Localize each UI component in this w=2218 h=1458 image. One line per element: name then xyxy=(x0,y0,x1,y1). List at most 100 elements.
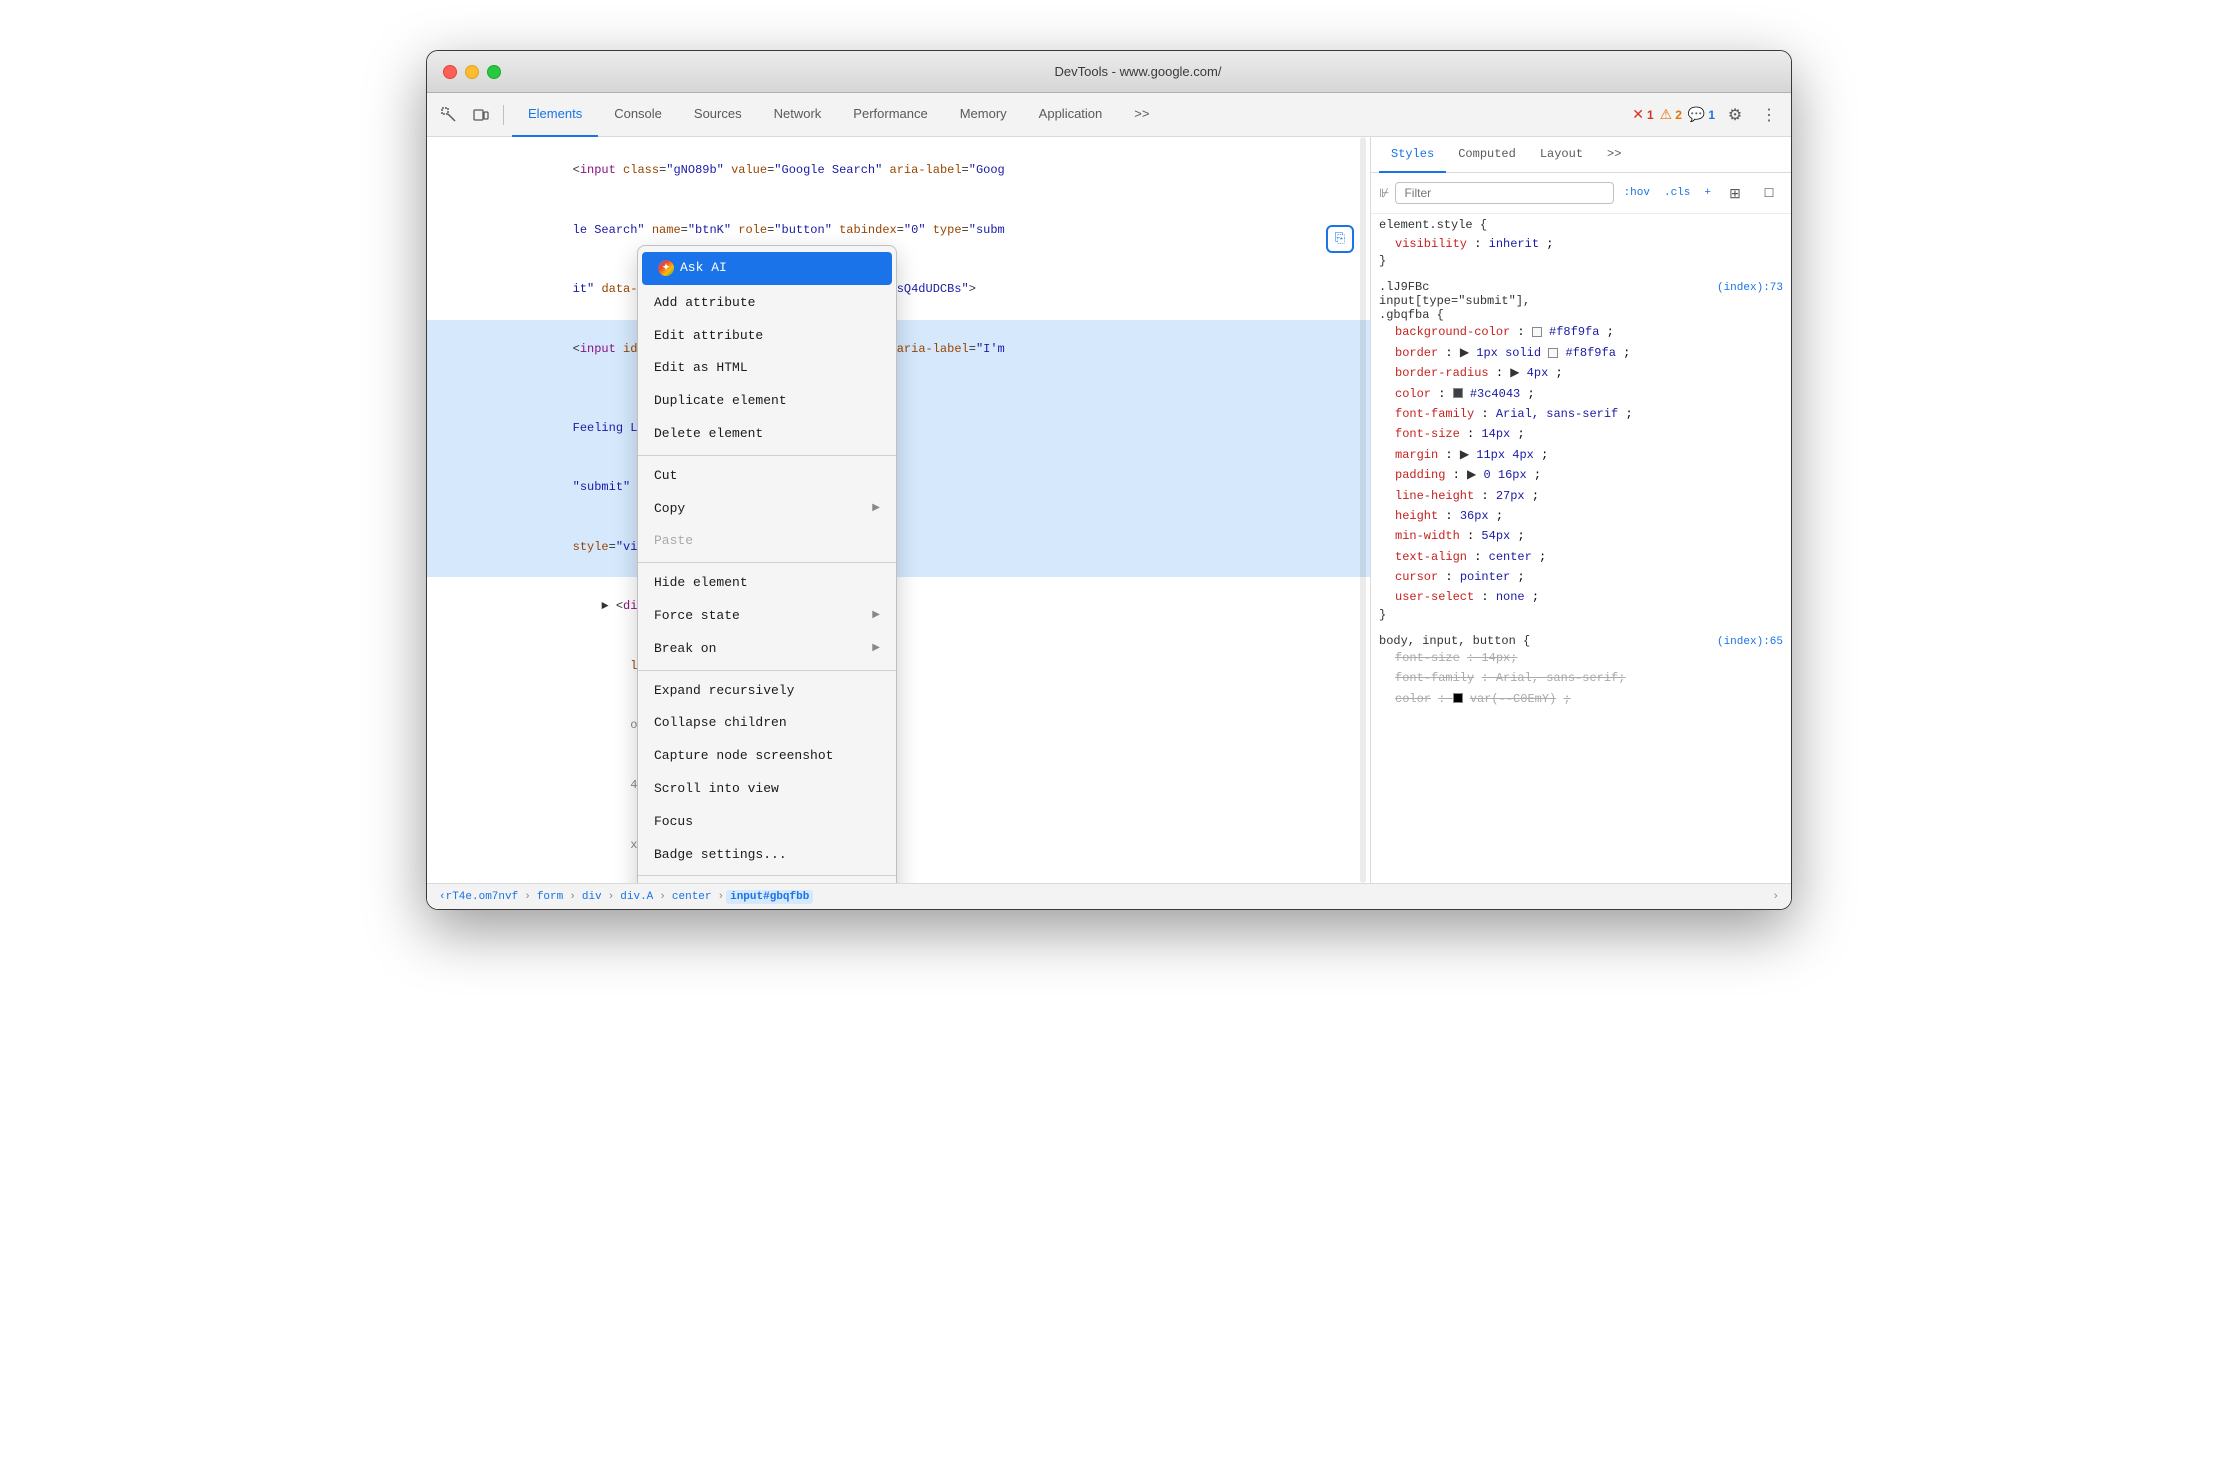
tab-console[interactable]: Console xyxy=(598,93,678,137)
context-menu-item-badge-settings[interactable]: Badge settings... xyxy=(638,839,896,872)
breadcrumb-item[interactable]: ‹rT4e.om7nvf xyxy=(435,891,522,903)
style-property[interactable]: background-color : #f8f9fa ; xyxy=(1379,322,1783,342)
styles-filter-input[interactable] xyxy=(1395,182,1613,204)
html-line-selected[interactable]: <input id="gbqfbb" value="I'm Feeling Lu… xyxy=(427,320,1370,399)
breadcrumb-item[interactable]: form xyxy=(533,891,567,903)
style-property[interactable]: color : var(--C0EmY) ; xyxy=(1379,689,1783,709)
html-line[interactable]: x; width: 111p xyxy=(427,815,1370,875)
new-style-rule-icon[interactable]: ⊞ xyxy=(1721,179,1749,207)
context-menu-item-edit-attribute[interactable]: Edit attribute xyxy=(638,320,896,353)
html-line[interactable]: it" data-ved="0ahUKEwixsOb4gaeJAxVIWUEAH… xyxy=(427,260,1370,320)
device-toolbar-icon[interactable] xyxy=(467,101,495,129)
context-menu-item-focus[interactable]: Focus xyxy=(638,806,896,839)
context-menu-item-break-on[interactable]: Break on ▶ xyxy=(638,633,896,666)
style-selector[interactable]: element.style { xyxy=(1379,218,1783,232)
tab-application[interactable]: Application xyxy=(1023,93,1119,137)
color-swatch xyxy=(1453,388,1463,398)
style-property[interactable]: border-radius : ▶ 4px ; xyxy=(1379,363,1783,383)
close-button[interactable] xyxy=(443,65,457,79)
breadcrumb-next-arrow[interactable]: › xyxy=(1768,891,1783,903)
context-menu-item-cut[interactable]: Cut xyxy=(638,460,896,493)
context-menu-item-edit-as-html[interactable]: Edit as HTML xyxy=(638,352,896,385)
html-line-selected[interactable]: style="visibil xyxy=(427,518,1370,578)
breadcrumb-item-center[interactable]: center xyxy=(668,891,716,903)
style-property[interactable]: cursor : pointer ; xyxy=(1379,567,1783,587)
tab-memory[interactable]: Memory xyxy=(944,93,1023,137)
style-source[interactable]: (index):73 xyxy=(1717,282,1783,294)
breadcrumb-item[interactable]: div xyxy=(578,891,606,903)
style-property[interactable]: font-family : Arial, sans-serif ; xyxy=(1379,404,1783,424)
html-line[interactable]: <input class="gNO89b" value="Google Sear… xyxy=(427,141,1370,201)
message-count: 1 xyxy=(1708,108,1715,122)
element-state-icon[interactable]: ☐ xyxy=(1755,179,1783,207)
elements-panel[interactable]: <input class="gNO89b" value="Google Sear… xyxy=(427,137,1371,883)
context-menu-item-add-attribute[interactable]: Add attribute xyxy=(638,287,896,320)
style-property[interactable]: text-align : center ; xyxy=(1379,547,1783,567)
context-menu-item-force-state[interactable]: Force state ▶ xyxy=(638,600,896,633)
html-line-selected[interactable]: Feeling Lucky" xyxy=(427,398,1370,458)
html-line[interactable]: overflow: hidd xyxy=(427,696,1370,756)
styles-tab-overflow[interactable]: >> xyxy=(1595,137,1633,173)
context-menu-item-expand[interactable]: Expand recursively xyxy=(638,675,896,708)
tab-overflow[interactable]: >> xyxy=(1118,93,1165,137)
styles-tab-computed[interactable]: Computed xyxy=(1446,137,1528,173)
style-selector[interactable]: .lJ9FBc xyxy=(1379,280,1429,294)
context-menu-item-collapse[interactable]: Collapse children xyxy=(638,707,896,740)
html-line-selected[interactable]: "submit" data- xyxy=(427,458,1370,518)
html-line[interactable]: le Search" name="btnK" role="button" tab… xyxy=(427,201,1370,261)
html-line[interactable]: ► <div class="gb xyxy=(427,577,1370,637)
style-source[interactable]: (index):65 xyxy=(1717,636,1783,648)
context-menu-item-ask-ai[interactable]: ✦ Ask AI xyxy=(642,252,892,285)
maximize-button[interactable] xyxy=(487,65,501,79)
style-property[interactable]: padding : ▶ 0 16px ; xyxy=(1379,465,1783,485)
style-property[interactable]: user-select : none ; xyxy=(1379,587,1783,607)
inspect-icon[interactable] xyxy=(435,101,463,129)
styles-tab-layout[interactable]: Layout xyxy=(1528,137,1595,173)
style-property[interactable]: font-size : 14px ; xyxy=(1379,424,1783,444)
style-property[interactable]: color : #3c4043 ; xyxy=(1379,384,1783,404)
styles-content[interactable]: element.style { visibility : inherit ; } xyxy=(1371,214,1791,883)
tab-elements[interactable]: Elements xyxy=(512,93,598,137)
context-menu-item-scroll[interactable]: Scroll into view xyxy=(638,773,896,806)
filter-cls-button[interactable]: .cls xyxy=(1660,185,1694,201)
context-menu-item-hide[interactable]: Hide element xyxy=(638,567,896,600)
html-line[interactable]: label style="d xyxy=(427,637,1370,697)
styles-tab-styles[interactable]: Styles xyxy=(1379,137,1446,173)
style-property[interactable]: line-height : 27px ; xyxy=(1379,486,1783,506)
breadcrumb-current[interactable]: input#gbqfbb xyxy=(726,890,813,904)
tab-network[interactable]: Network xyxy=(758,93,838,137)
context-menu-item-copy[interactable]: Copy ▶ xyxy=(638,493,896,526)
style-property[interactable]: min-width : 54px ; xyxy=(1379,526,1783,546)
style-property[interactable]: border : ▶ 1px solid #f8f9fa ; xyxy=(1379,343,1783,363)
style-property[interactable]: visibility : inherit ; xyxy=(1379,234,1783,254)
error-badge[interactable]: ✕ 1 xyxy=(1632,106,1653,123)
error-count: 1 xyxy=(1647,108,1654,122)
context-menu-item-store-global[interactable]: Store as global variable xyxy=(638,880,896,883)
message-badge[interactable]: 💬 1 xyxy=(1688,106,1715,123)
context-menu-item-capture-screenshot[interactable]: Capture node screenshot xyxy=(638,740,896,773)
style-property[interactable]: font-family : Arial, sans-serif; xyxy=(1379,668,1783,688)
html-line[interactable]: 4px; position: xyxy=(427,756,1370,816)
more-options-icon[interactable]: ⋮ xyxy=(1755,101,1783,129)
filter-hov-button[interactable]: :hov xyxy=(1620,185,1654,201)
settings-icon[interactable]: ⚙ xyxy=(1721,101,1749,129)
style-property[interactable]: margin : ▶ 11px 4px ; xyxy=(1379,445,1783,465)
styles-filter-bar: ⊮ :hov .cls + ⊞ ☐ xyxy=(1371,173,1791,214)
color-swatch xyxy=(1548,348,1558,358)
filter-add-button[interactable]: + xyxy=(1700,185,1715,201)
tab-performance[interactable]: Performance xyxy=(837,93,943,137)
context-menu-item-duplicate[interactable]: Duplicate element xyxy=(638,385,896,418)
context-menu-item-delete[interactable]: Delete element xyxy=(638,418,896,451)
breadcrumb-item[interactable]: div.A xyxy=(616,891,657,903)
tab-sources[interactable]: Sources xyxy=(678,93,758,137)
style-property[interactable]: height : 36px ; xyxy=(1379,506,1783,526)
warning-badge[interactable]: ⚠ 2 xyxy=(1660,106,1682,123)
context-menu-label: Focus xyxy=(654,812,693,833)
html-line[interactable]: </center> xyxy=(427,875,1370,883)
copy-element-icon[interactable]: ⎘ xyxy=(1326,225,1354,253)
context-menu: ✦ Ask AI Add attribute Edit attribute Ed… xyxy=(637,245,897,883)
style-selector[interactable]: body, input, button { xyxy=(1379,634,1530,648)
minimize-button[interactable] xyxy=(465,65,479,79)
style-property[interactable]: font-size : 14px; xyxy=(1379,648,1783,668)
devtools-toolbar: Elements Console Sources Network Perform… xyxy=(427,93,1791,137)
